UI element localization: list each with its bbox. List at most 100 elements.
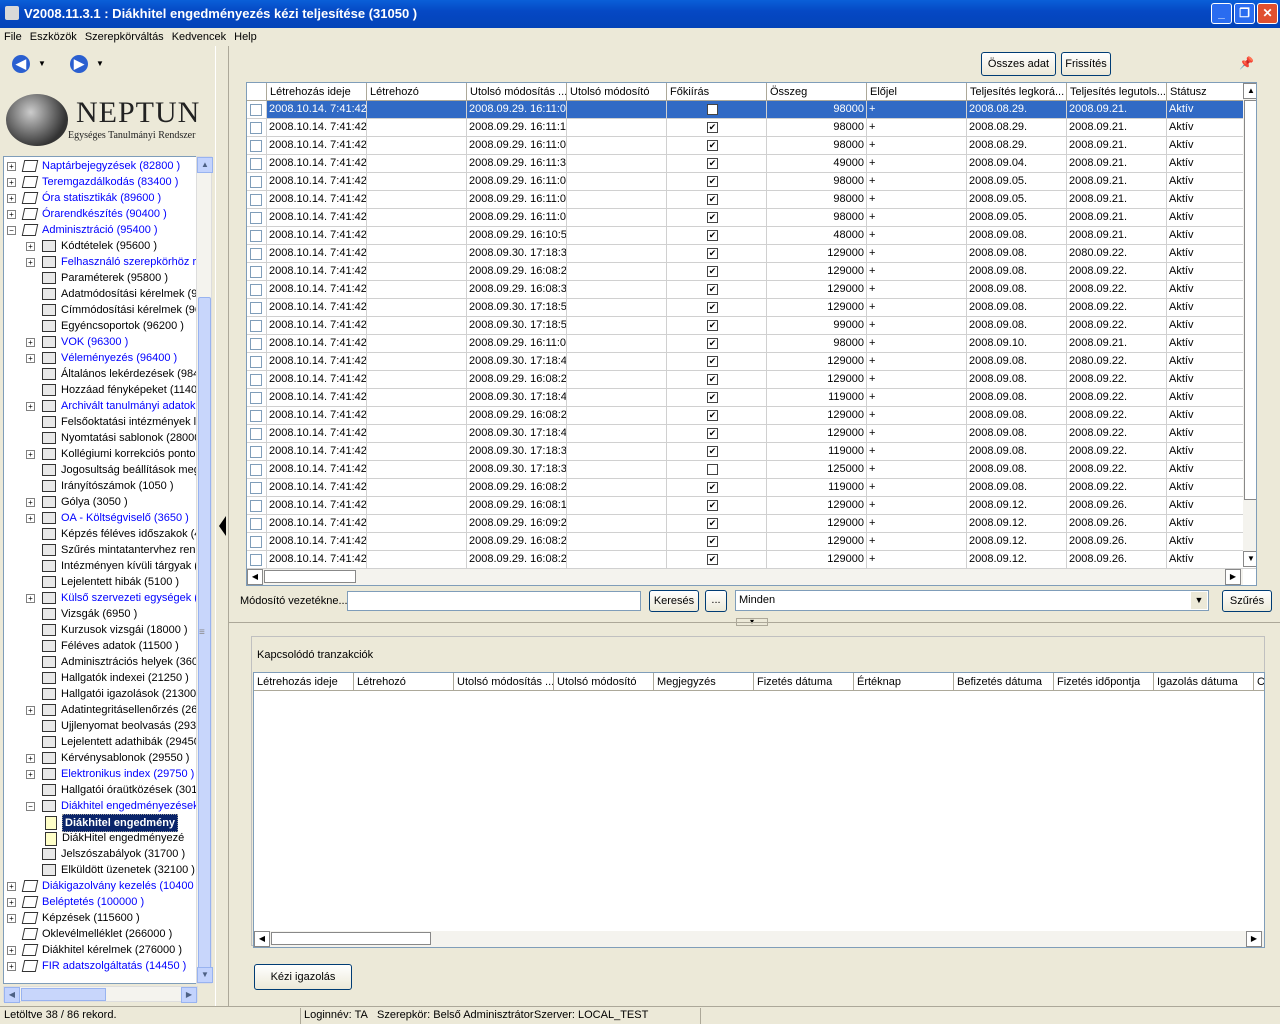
checked-checkbox[interactable]: ✔ bbox=[707, 284, 718, 295]
main-post-cell[interactable]: ✔ bbox=[667, 317, 767, 335]
table-row[interactable]: 2008.10.14. 7:41:42 2008.09.29. 16:11:1 ✔ 9… bbox=[247, 119, 1256, 137]
row-select-cell[interactable] bbox=[247, 515, 267, 533]
row-checkbox[interactable] bbox=[250, 104, 262, 116]
checked-checkbox[interactable]: ✔ bbox=[707, 176, 718, 187]
tree-item[interactable]: Címmódosítási kérelmek (96 bbox=[4, 302, 197, 318]
related-scroll-right[interactable]: ▶ bbox=[1246, 931, 1262, 947]
grid-vertical-scrollbar[interactable]: ▲ ▼ bbox=[1243, 83, 1256, 567]
tree-item[interactable]: Adminisztrációs helyek (3600 bbox=[4, 654, 197, 670]
main-post-cell[interactable]: ✔ bbox=[667, 137, 767, 155]
row-select-cell[interactable] bbox=[247, 281, 267, 299]
tree-horizontal-scrollbar[interactable]: ◀ ▶ bbox=[3, 986, 198, 1003]
main-post-cell[interactable]: ✔ bbox=[667, 497, 767, 515]
column-header[interactable]: Utolsó módosítás ... bbox=[467, 83, 567, 101]
checked-checkbox[interactable]: ✔ bbox=[707, 320, 718, 331]
column-header[interactable]: Összeg bbox=[767, 83, 867, 101]
row-checkbox[interactable] bbox=[250, 284, 262, 296]
row-checkbox[interactable] bbox=[250, 230, 262, 242]
checked-checkbox[interactable]: ✔ bbox=[707, 428, 718, 439]
table-row[interactable]: 2008.10.14. 7:41:42 2008.09.29. 16:08:3 ✔ 1… bbox=[247, 281, 1256, 299]
table-row[interactable]: 2008.10.14. 7:41:42 2008.09.30. 17:18:4 ✔ 1… bbox=[247, 425, 1256, 443]
close-button[interactable]: ✕ bbox=[1257, 3, 1278, 24]
table-row[interactable]: 2008.10.14. 7:41:42 2008.09.29. 16:11:0 ✔ 9… bbox=[247, 335, 1256, 353]
main-post-cell[interactable]: ✔ bbox=[667, 443, 767, 461]
table-row[interactable]: 2008.10.14. 7:41:42 2008.09.30. 17:18:3 ✔ 1… bbox=[247, 443, 1256, 461]
row-select-cell[interactable] bbox=[247, 137, 267, 155]
expand-icon[interactable]: + bbox=[26, 354, 35, 363]
main-post-cell[interactable]: ✔ bbox=[667, 533, 767, 551]
expand-icon[interactable]: + bbox=[7, 162, 16, 171]
expand-icon[interactable]: + bbox=[7, 194, 16, 203]
related-column-header[interactable]: Létrehozás ideje bbox=[254, 673, 354, 691]
column-header[interactable]: Utolsó módosító bbox=[567, 83, 667, 101]
grid-scroll-up[interactable]: ▲ bbox=[1243, 83, 1256, 99]
table-row[interactable]: 2008.10.14. 7:41:42 2008.09.29. 16:11:0 ✔ 9… bbox=[247, 137, 1256, 155]
related-column-header[interactable]: Utolsó módosítás ... bbox=[454, 673, 554, 691]
main-post-cell[interactable]: ✔ bbox=[667, 173, 767, 191]
related-column-header[interactable]: Létrehozó bbox=[354, 673, 454, 691]
panel-splitter[interactable] bbox=[215, 46, 229, 1006]
expand-icon[interactable]: + bbox=[26, 770, 35, 779]
menu-favorites[interactable]: Kedvencek bbox=[168, 28, 230, 46]
related-scroll-left[interactable]: ◀ bbox=[254, 931, 270, 947]
row-checkbox[interactable] bbox=[250, 500, 262, 512]
checked-checkbox[interactable]: ✔ bbox=[707, 140, 718, 151]
main-post-cell[interactable]: ✔ bbox=[667, 227, 767, 245]
main-post-cell[interactable]: ✔ bbox=[667, 551, 767, 569]
tree-item[interactable]: + Naptárbejegyzések (82800 ) bbox=[4, 158, 197, 174]
menu-help[interactable]: Help bbox=[230, 28, 261, 46]
main-post-cell[interactable]: ✔ bbox=[667, 479, 767, 497]
checked-checkbox[interactable]: ✔ bbox=[707, 266, 718, 277]
expand-icon[interactable]: + bbox=[26, 706, 35, 715]
row-select-cell[interactable] bbox=[247, 353, 267, 371]
table-row[interactable]: 2008.10.14. 7:41:42 2008.09.29. 16:09:2 ✔ 1… bbox=[247, 515, 1256, 533]
table-row[interactable]: 2008.10.14. 7:41:42 2008.09.30. 17:18:4 ✔ 1… bbox=[247, 389, 1256, 407]
related-column-header[interactable]: Utolsó módosító bbox=[554, 673, 654, 691]
expand-icon[interactable]: + bbox=[26, 338, 35, 347]
expand-icon[interactable]: + bbox=[26, 402, 35, 411]
tree-item[interactable]: Kurzusok vizsgái (18000 ) bbox=[4, 622, 197, 638]
checked-checkbox[interactable]: ✔ bbox=[707, 338, 718, 349]
tree-scroll-up[interactable]: ▲ bbox=[197, 157, 213, 173]
row-checkbox[interactable] bbox=[250, 536, 262, 548]
combo-dropdown-icon[interactable]: ▼ bbox=[1191, 592, 1207, 609]
row-select-cell[interactable] bbox=[247, 119, 267, 137]
back-dropdown-icon[interactable]: ▼ bbox=[38, 59, 46, 68]
tree-item[interactable]: Nyomtatási sablonok (28000 bbox=[4, 430, 197, 446]
tree-item[interactable]: Vizsgák (6950 ) bbox=[4, 606, 197, 622]
grid-header-select[interactable] bbox=[247, 83, 267, 101]
row-checkbox[interactable] bbox=[250, 194, 262, 206]
row-select-cell[interactable] bbox=[247, 173, 267, 191]
tree-item[interactable]: Paraméterek (95800 ) bbox=[4, 270, 197, 286]
grid-scroll-left[interactable]: ◀ bbox=[247, 569, 263, 585]
tree-item[interactable]: Hallgatók indexei (21250 ) bbox=[4, 670, 197, 686]
row-checkbox[interactable] bbox=[250, 554, 262, 566]
main-post-cell[interactable]: ✔ bbox=[667, 353, 767, 371]
table-row[interactable]: 2008.10.14. 7:41:42 2008.09.29. 16:11:0 ✔ 9… bbox=[247, 209, 1256, 227]
all-data-button[interactable]: Összes adat bbox=[981, 52, 1056, 76]
main-post-cell[interactable]: ✔ bbox=[667, 281, 767, 299]
main-post-cell[interactable]: ✔ bbox=[667, 389, 767, 407]
tree-item[interactable]: Általános lekérdezések (984 bbox=[4, 366, 197, 382]
main-post-cell[interactable]: ✔ bbox=[667, 119, 767, 137]
tree-item[interactable]: + VOK (96300 ) bbox=[4, 334, 197, 350]
maximize-button[interactable]: ❐ bbox=[1234, 3, 1255, 24]
row-select-cell[interactable] bbox=[247, 461, 267, 479]
checked-checkbox[interactable]: ✔ bbox=[707, 374, 718, 385]
main-post-cell[interactable]: ✔ bbox=[667, 407, 767, 425]
row-checkbox[interactable] bbox=[250, 482, 262, 494]
row-select-cell[interactable] bbox=[247, 191, 267, 209]
row-select-cell[interactable] bbox=[247, 245, 267, 263]
row-checkbox[interactable] bbox=[250, 518, 262, 530]
tree-item[interactable]: + Óra statisztikák (89600 ) bbox=[4, 190, 197, 206]
column-header[interactable]: Teljesítés legutols... bbox=[1067, 83, 1167, 101]
main-post-cell[interactable]: ✔ bbox=[667, 515, 767, 533]
tree-item[interactable]: + Felhasználó szerepkörhöz re bbox=[4, 254, 197, 270]
table-row[interactable]: 2008.10.14. 7:41:42 2008.09.30. 17:18:5 ✔ 1… bbox=[247, 299, 1256, 317]
related-column-header[interactable]: Értéknap bbox=[854, 673, 954, 691]
table-row[interactable]: 2008.10.14. 7:41:42 2008.09.29. 16:10:5 ✔ 4… bbox=[247, 227, 1256, 245]
tree-item[interactable]: + Archivált tanulmányi adatok ( bbox=[4, 398, 197, 414]
expand-icon[interactable]: + bbox=[26, 242, 35, 251]
back-button[interactable]: ◀ ▼ bbox=[0, 52, 46, 74]
minimize-button[interactable]: _ bbox=[1211, 3, 1232, 24]
